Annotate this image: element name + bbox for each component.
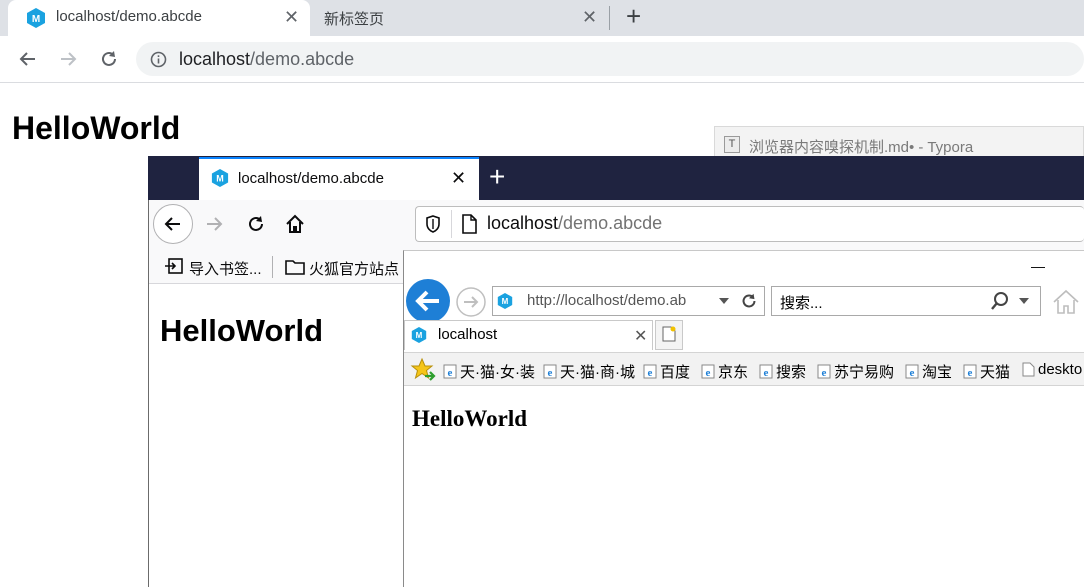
svg-text:M: M — [216, 174, 224, 184]
svg-text:M: M — [32, 14, 40, 25]
favorite-item[interactable]: e 天猫 — [963, 361, 1010, 382]
favorite-label: 天猫 — [980, 364, 1011, 381]
ie-back-icon[interactable] — [405, 278, 451, 324]
favorite-item[interactable]: e 京东 — [701, 361, 748, 382]
ie-forward-icon[interactable] — [455, 286, 487, 318]
reload-icon[interactable] — [98, 48, 120, 70]
svg-text:e: e — [910, 367, 915, 379]
svg-text:e: e — [968, 367, 973, 379]
firefox-url[interactable]: localhost/demo.abcde — [487, 213, 662, 234]
firefox-tab-close-icon[interactable]: ✕ — [451, 168, 466, 189]
back-arrow-icon[interactable] — [18, 49, 38, 69]
reload-icon[interactable] — [245, 213, 267, 235]
ie-page-icon: e — [963, 364, 978, 379]
bookmark-divider — [272, 256, 273, 278]
svg-text:e: e — [548, 367, 553, 379]
favorite-item[interactable]: e 淘宝 — [905, 361, 952, 382]
ie-tab-close-icon[interactable]: ✕ — [634, 326, 647, 346]
favorite-label: 百度 — [660, 364, 691, 381]
chrome-tab-title: localhost/demo.abcde — [56, 8, 202, 25]
chrome-tab-newtab-title[interactable]: 新标签页 — [324, 8, 384, 29]
svg-text:e: e — [648, 367, 653, 379]
ie-page-icon: e — [443, 364, 458, 379]
chrome-tab-close-icon[interactable]: ✕ — [284, 8, 299, 26]
url-host: localhost — [487, 213, 559, 233]
favorite-item[interactable]: e 百度 — [643, 361, 690, 382]
typora-icon: T — [724, 136, 740, 153]
chrome-new-tab-button[interactable]: + — [626, 2, 641, 30]
favorite-item[interactable]: e 搜索 — [759, 361, 806, 382]
favorite-label: 天·猫·女·装 — [460, 364, 535, 381]
ie-page-icon: e — [817, 364, 832, 379]
doc-icon — [1021, 362, 1036, 377]
firefox-tab-title: localhost/demo.abcde — [238, 170, 384, 187]
home-icon[interactable] — [284, 213, 306, 235]
favicon-icon: M — [26, 7, 46, 29]
refresh-icon[interactable] — [739, 291, 759, 311]
chrome-url[interactable]: localhost/demo.abcde — [179, 49, 354, 70]
dropdown-icon[interactable] — [1019, 298, 1029, 304]
svg-text:e: e — [822, 367, 827, 379]
favorite-item[interactable]: deskto — [1021, 361, 1084, 378]
dropdown-icon[interactable] — [719, 298, 729, 304]
url-path: /demo.abcde — [558, 213, 663, 233]
chrome-tab2-close-icon[interactable]: ✕ — [582, 8, 597, 26]
bookmark-firefox-site[interactable]: 火狐官方站点 — [309, 258, 399, 279]
favorite-item[interactable]: e 天·猫·女·装 — [443, 361, 535, 382]
firefox-page-heading: HelloWorld — [160, 313, 324, 348]
favicon-icon: M — [411, 326, 427, 344]
favorite-label: deskto — [1038, 361, 1083, 378]
ie-search-placeholder: 搜索... — [780, 295, 823, 312]
ie-page-icon: e — [543, 364, 558, 379]
chrome-page-heading: HelloWorld — [12, 110, 181, 146]
folder-icon — [285, 258, 305, 275]
ie-url[interactable]: http://localhost/demo.ab — [527, 292, 711, 309]
favicon-icon: M — [211, 168, 229, 188]
tab-divider — [609, 6, 610, 30]
ie-page-icon: e — [643, 364, 658, 379]
forward-arrow-icon[interactable] — [204, 214, 224, 234]
favicon-icon: M — [497, 292, 513, 310]
favorite-label: 京东 — [718, 364, 749, 381]
ie-tab-title: localhost — [438, 326, 498, 343]
ie-page-icon: e — [701, 364, 716, 379]
favorite-label: 搜索 — [776, 364, 807, 381]
svg-text:M: M — [502, 297, 509, 306]
favorites-star-icon[interactable] — [410, 357, 436, 383]
import-icon — [164, 257, 184, 275]
ie-page-icon: e — [759, 364, 774, 379]
favorite-item[interactable]: e 苏宁易购 — [817, 361, 894, 382]
new-tab-icon — [662, 326, 676, 342]
back-arrow-icon — [163, 214, 183, 234]
bookmark-import[interactable]: 导入书签... — [189, 258, 262, 279]
ie-page-heading: HelloWorld — [412, 406, 527, 431]
ie-page-icon: e — [905, 364, 920, 379]
favorite-label: 天·猫·商·城 — [560, 364, 635, 381]
svg-text:e: e — [706, 367, 711, 379]
svg-text:e: e — [448, 367, 453, 379]
page-icon — [461, 214, 477, 234]
url-host: localhost — [179, 49, 251, 69]
favorite-label: 淘宝 — [922, 364, 953, 381]
svg-text:M: M — [416, 331, 423, 340]
info-icon[interactable] — [150, 51, 167, 68]
favorite-label: 苏宁易购 — [834, 364, 895, 381]
shield-icon[interactable] — [425, 215, 441, 233]
url-path: /demo.abcde — [250, 49, 355, 69]
forward-arrow-icon[interactable] — [58, 49, 78, 69]
search-icon[interactable] — [990, 291, 1010, 311]
svg-text:e: e — [764, 367, 769, 379]
firefox-new-tab-button[interactable]: + — [489, 162, 505, 192]
typora-title: 浏览器内容嗅探机制.md• - Typora — [749, 139, 974, 156]
home-icon[interactable] — [1052, 288, 1080, 316]
favorite-item[interactable]: e 天·猫·商·城 — [543, 361, 635, 382]
url-divider — [451, 210, 452, 238]
ie-minimize-button[interactable]: — — [1031, 258, 1045, 274]
